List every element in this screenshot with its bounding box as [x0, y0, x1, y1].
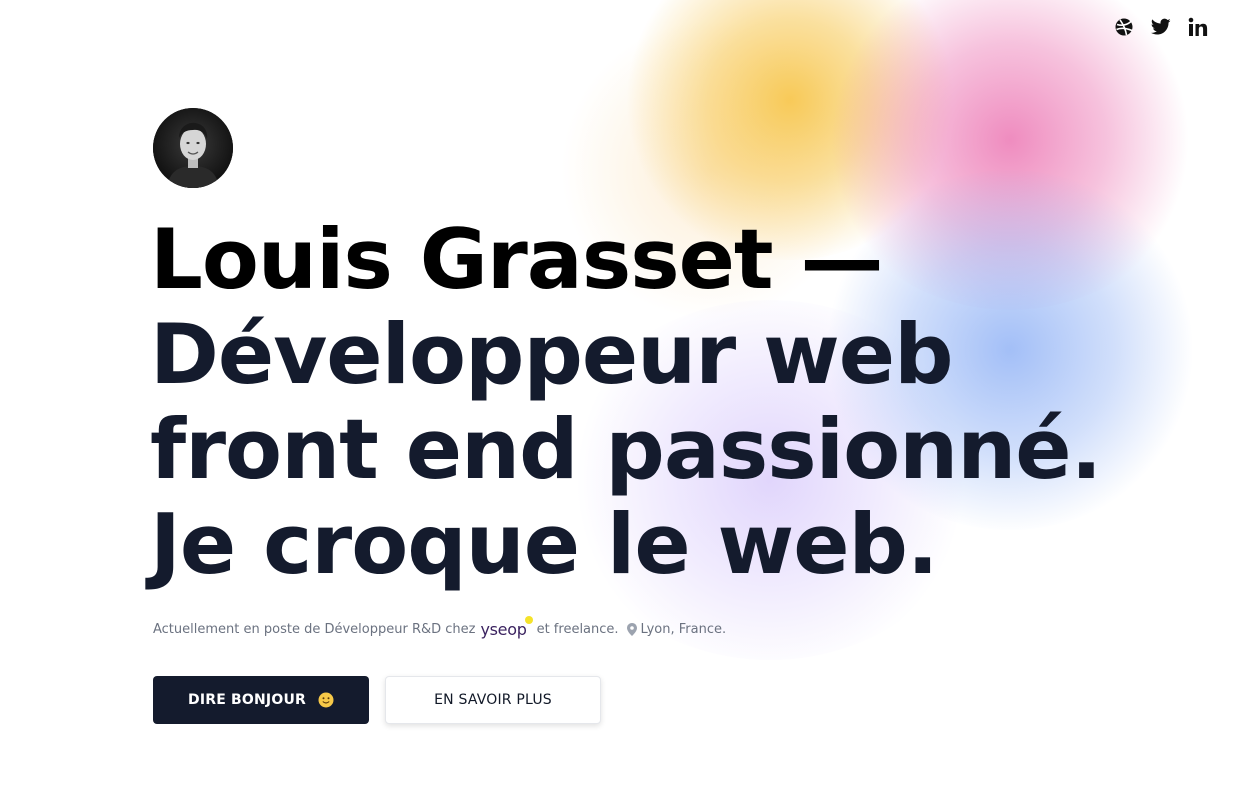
smiley-icon	[318, 692, 334, 708]
headline-line-passion: front end passionné.	[150, 401, 1102, 498]
headline-line-tagline: Je croque le web.	[150, 496, 938, 593]
yseop-logo-link[interactable]: yseop	[480, 616, 533, 639]
say-hello-button[interactable]: DIRE BONJOUR	[153, 676, 369, 724]
current-position: Actuellement en poste de Développeur R&D…	[153, 616, 727, 639]
headline-line-name: Louis Grasset —	[150, 211, 884, 308]
dribbble-link[interactable]	[1113, 16, 1135, 38]
twitter-link[interactable]	[1150, 16, 1172, 38]
avatar-photo	[153, 108, 233, 188]
social-links	[1113, 16, 1209, 38]
learn-more-button[interactable]: EN SAVOIR PLUS	[385, 676, 601, 724]
linkedin-link[interactable]	[1187, 16, 1209, 38]
freelance-text: et freelance.	[536, 622, 619, 637]
linkedin-icon	[1188, 17, 1208, 37]
say-hello-label: DIRE BONJOUR	[188, 692, 306, 708]
page-title: Louis Grasset — Développeur web front en…	[150, 211, 1102, 593]
location-pin-icon	[626, 623, 637, 636]
position-text: Actuellement en poste de Développeur R&D…	[153, 622, 476, 637]
dribbble-icon	[1114, 17, 1134, 37]
yseop-logo-text: yseop	[480, 620, 527, 639]
headline-line-role: Développeur web	[150, 306, 953, 403]
learn-more-label: EN SAVOIR PLUS	[434, 692, 552, 708]
twitter-icon	[1151, 18, 1171, 36]
avatar	[153, 108, 233, 188]
yseop-logo-dot	[524, 616, 533, 624]
location-text: Lyon, France.	[640, 622, 727, 637]
